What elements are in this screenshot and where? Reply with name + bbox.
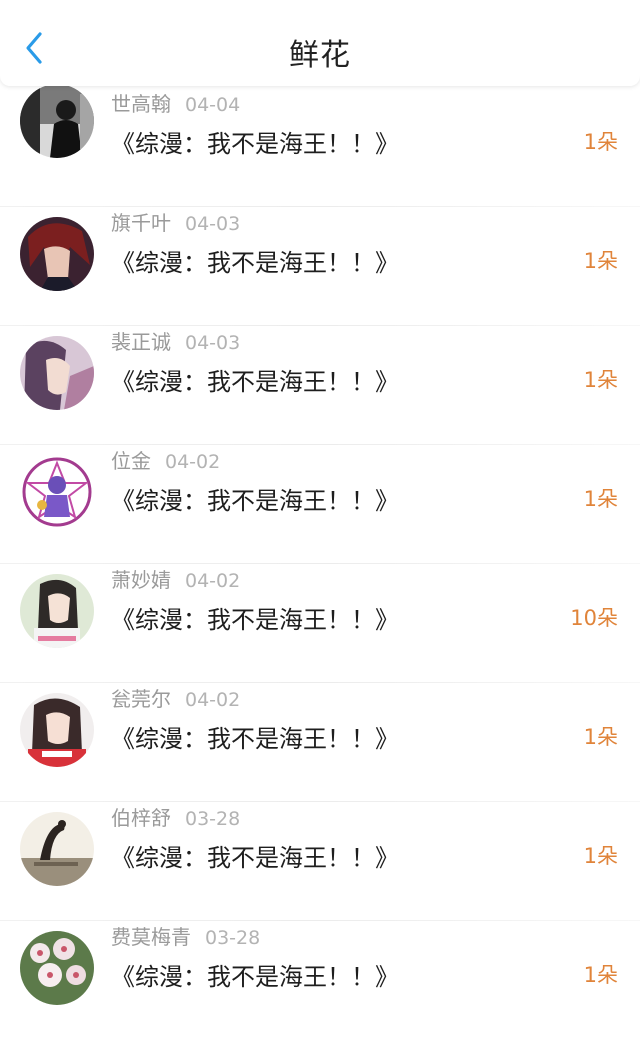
list-item[interactable]: 裴正诚 04-03 《综漫：我不是海王！！》 1朵 (0, 326, 640, 445)
item-date: 03-28 (185, 808, 241, 830)
item-meta: 费莫梅青 03-28 (111, 921, 260, 950)
item-date: 04-02 (165, 451, 221, 473)
user-name: 费莫梅青 (111, 925, 191, 949)
user-name: 萧妙婧 (111, 568, 171, 592)
item-meta: 瓮莞尔 04-02 (111, 683, 240, 712)
user-name: 位金 (111, 449, 151, 473)
flower-count: 1朵 (583, 844, 618, 868)
user-name: 伯梓舒 (111, 806, 171, 830)
top-bar: 鲜花 (0, 0, 640, 86)
user-avatar (20, 693, 94, 767)
user-name: 世高翰 (111, 92, 171, 116)
user-avatar (20, 931, 94, 1005)
flower-count: 1朵 (583, 725, 618, 749)
book-title: 《综漫：我不是海王！！》 (111, 249, 399, 277)
item-meta: 裴正诚 04-03 (111, 326, 240, 355)
item-date: 04-04 (185, 94, 241, 116)
book-title: 《综漫：我不是海王！！》 (111, 725, 399, 753)
user-avatar (20, 574, 94, 648)
user-avatar (20, 455, 94, 529)
book-title: 《综漫：我不是海王！！》 (111, 963, 399, 991)
item-date: 04-02 (185, 689, 241, 711)
item-meta: 世高翰 04-04 (111, 88, 240, 117)
item-date: 03-28 (205, 927, 261, 949)
user-avatar (20, 812, 94, 886)
item-meta: 位金 04-02 (111, 445, 220, 474)
page-title: 鲜花 (289, 38, 351, 73)
list-item[interactable]: 世高翰 04-04 《综漫：我不是海王！！》 1朵 (0, 84, 640, 207)
list-item[interactable]: 费莫梅青 03-28 《综漫：我不是海王！！》 1朵 (0, 921, 640, 1040)
user-avatar (20, 84, 94, 158)
list-item[interactable]: 位金 04-02 《综漫：我不是海王！！》 1朵 (0, 445, 640, 564)
item-date: 04-02 (185, 570, 241, 592)
book-title: 《综漫：我不是海王！！》 (111, 368, 399, 396)
user-avatar (20, 217, 94, 291)
book-title: 《综漫：我不是海王！！》 (111, 487, 399, 515)
list-item[interactable]: 旗千叶 04-03 《综漫：我不是海王！！》 1朵 (0, 207, 640, 326)
flower-count: 1朵 (583, 963, 618, 987)
user-avatar (20, 336, 94, 410)
user-name: 瓮莞尔 (111, 687, 171, 711)
flower-count: 1朵 (583, 249, 618, 273)
item-meta: 伯梓舒 03-28 (111, 802, 240, 831)
book-title: 《综漫：我不是海王！！》 (111, 130, 399, 158)
user-name: 裴正诚 (111, 330, 171, 354)
item-date: 04-03 (185, 213, 241, 235)
list-item[interactable]: 瓮莞尔 04-02 《综漫：我不是海王！！》 1朵 (0, 683, 640, 802)
item-meta: 萧妙婧 04-02 (111, 564, 240, 593)
item-meta: 旗千叶 04-03 (111, 207, 240, 236)
list-item[interactable]: 萧妙婧 04-02 《综漫：我不是海王！！》 10朵 (0, 564, 640, 683)
list-item[interactable]: 伯梓舒 03-28 《综漫：我不是海王！！》 1朵 (0, 802, 640, 921)
item-date: 04-03 (185, 332, 241, 354)
flower-count: 1朵 (583, 368, 618, 392)
flower-count: 10朵 (570, 606, 618, 630)
book-title: 《综漫：我不是海王！！》 (111, 844, 399, 872)
book-title: 《综漫：我不是海王！！》 (111, 606, 399, 634)
flower-count: 1朵 (583, 487, 618, 511)
flower-count: 1朵 (583, 130, 618, 154)
user-name: 旗千叶 (111, 211, 171, 235)
